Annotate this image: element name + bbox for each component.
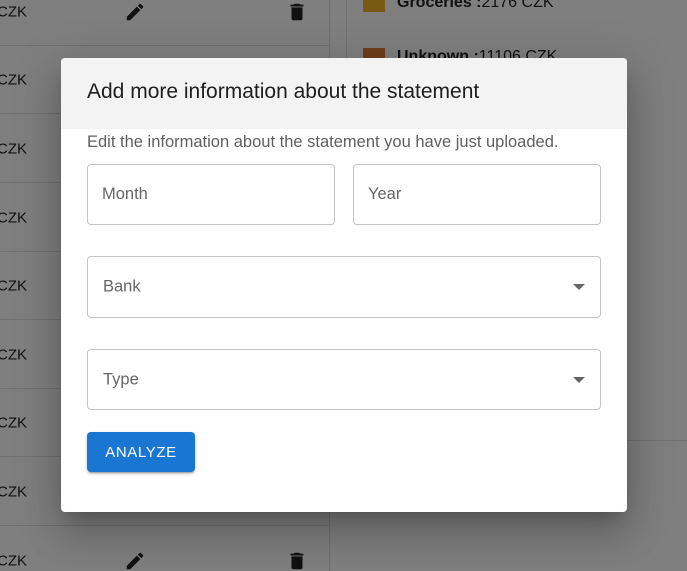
bank-select[interactable]: Bank: [87, 256, 601, 318]
month-input[interactable]: [88, 165, 334, 224]
dropdown-arrow-icon: [573, 376, 585, 383]
year-field[interactable]: [353, 164, 601, 225]
bank-select-label: Bank: [103, 277, 141, 296]
type-select-label: Type: [103, 370, 139, 388]
dialog-header: Add more information about the statement: [61, 58, 627, 129]
dialog-description: Edit the information about the statement…: [87, 133, 559, 151]
dropdown-arrow-icon: [573, 284, 585, 290]
month-field[interactable]: [87, 164, 335, 225]
statement-info-dialog: Add more information about the statement…: [61, 58, 627, 512]
year-input[interactable]: [354, 165, 600, 224]
dialog-title: Add more information about the statement: [87, 80, 480, 103]
type-select[interactable]: Type: [87, 349, 601, 410]
analyze-button[interactable]: ANALYZE: [87, 432, 195, 472]
page: CZK CZK CZK CZK CZK CZK CZK CZK: [0, 0, 687, 571]
